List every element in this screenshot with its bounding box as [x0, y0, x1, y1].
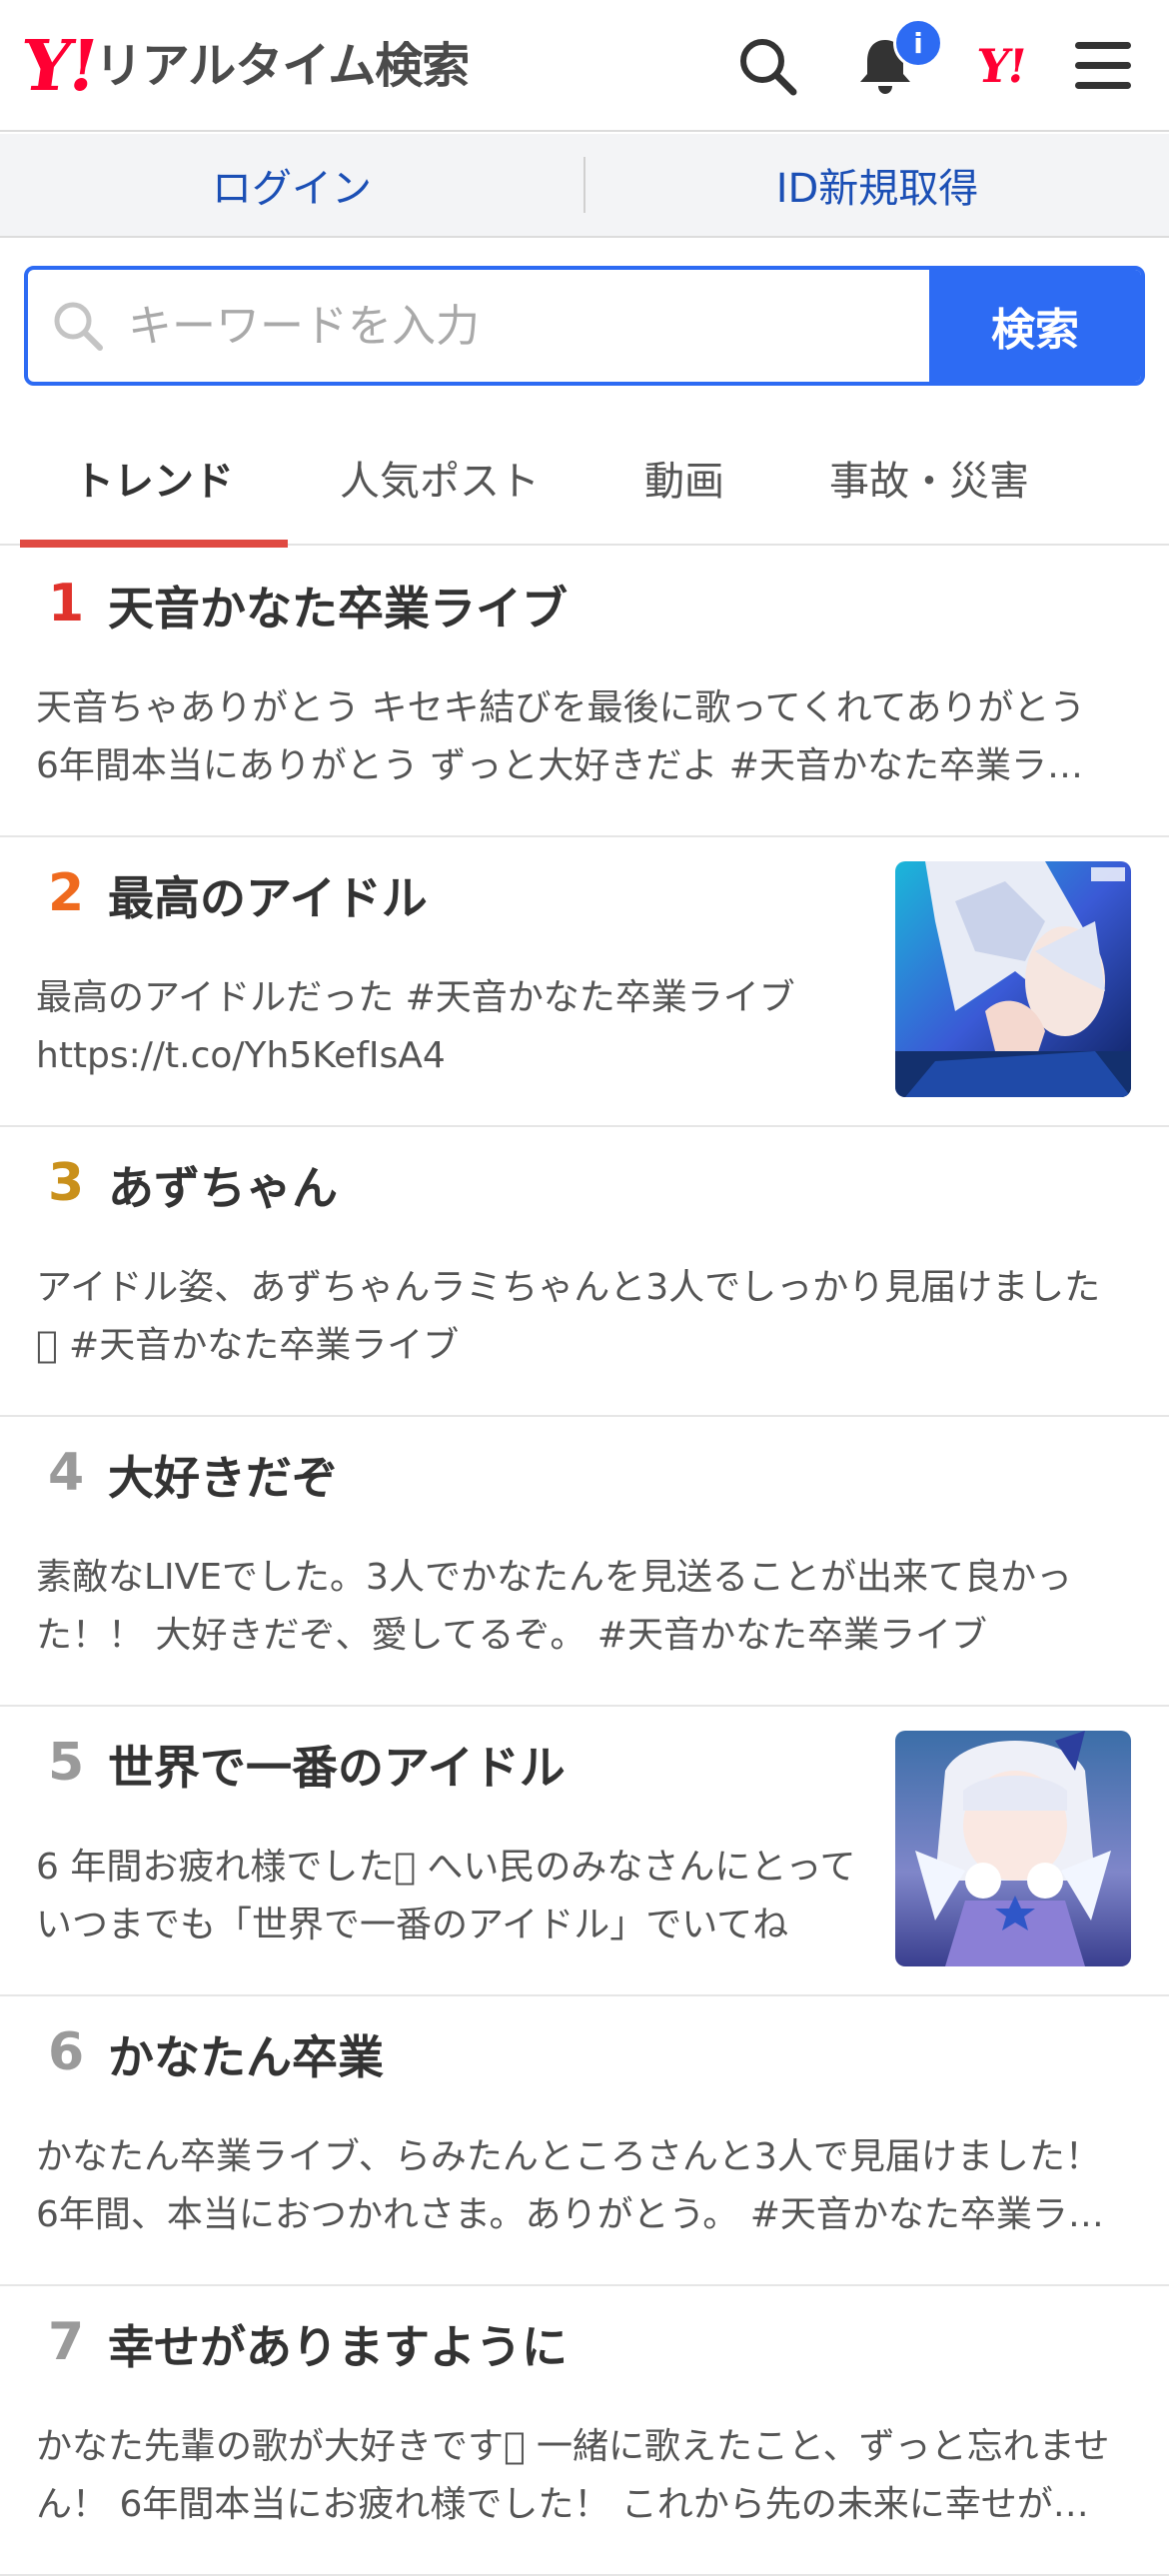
trend-item[interactable]: 7 幸せがありますように かなた先輩の歌が大好きです􀀀 一緒に歌えたこと、ずっと…	[0, 2286, 1169, 2576]
trend-item[interactable]: 3 あずちゃん アイドル姿、あずちゃんラミちゃんと3人でしっかり見届けました􀀀 …	[0, 1127, 1169, 1417]
search-input[interactable]	[128, 270, 929, 382]
trend-item[interactable]: 5 世界で一番のアイドル 6 年間お疲れ様でした􀀀 へい民のみなさんにとって い…	[0, 1707, 1169, 1996]
trend-rank: 3	[48, 1153, 85, 1213]
trend-description: かなた先輩の歌が大好きです􀀀 一緒に歌えたこと、ずっと忘れません！ 6年間本当に…	[36, 2426, 1110, 2525]
trend-title: 世界で一番のアイドル	[108, 1741, 566, 1795]
yahoo-realtime-logo[interactable]: Y! リアルタイム検索	[16, 24, 471, 107]
auth-bar: ログイン ID新規取得	[0, 134, 1169, 238]
logo-text: リアルタイム検索	[94, 38, 471, 94]
trend-description: 天音ちゃありがとう キセキ結びを最後に歌ってくれてありがとう 6年間本当にありが…	[36, 687, 1086, 786]
trend-title: 大好きだぞ	[108, 1451, 338, 1505]
trend-rank: 4	[48, 1443, 85, 1503]
notification-badge: i	[893, 18, 943, 68]
trend-title: 最高のアイドル	[108, 871, 428, 925]
yahoo-home-icon[interactable]: Y!	[965, 30, 1037, 102]
tab-label: 人気ポスト	[340, 459, 540, 505]
trend-title: 天音かなた卒業ライブ	[108, 582, 568, 636]
tab-popular-posts[interactable]: 人気ポスト	[310, 410, 570, 546]
trend-item[interactable]: 2 最高のアイドル 最高のアイドルだった #天音かなた卒業ライブ https:/…	[0, 837, 1169, 1127]
search-button[interactable]: 検索	[929, 270, 1141, 382]
trend-title: 幸せがありますように	[108, 2320, 568, 2374]
tab-accidents-disasters[interactable]: 事故・災害	[799, 410, 1059, 546]
notification-bell-icon[interactable]: i	[849, 18, 943, 102]
signup-link[interactable]: ID新規取得	[585, 156, 1169, 214]
search-field-icon	[28, 270, 128, 382]
trend-title: あずちゃん	[108, 1161, 338, 1215]
login-link[interactable]: ログイン	[0, 156, 584, 214]
trend-rank: 6	[48, 2022, 85, 2082]
tab-label: トレンド	[74, 459, 234, 505]
app-header: Y! リアルタイム検索 i Y!	[0, 0, 1169, 132]
trend-title: かなたん卒業	[108, 2030, 384, 2084]
yahoo-mini-mark: Y!	[973, 39, 1029, 93]
active-tab-indicator	[20, 540, 288, 548]
hamburger-menu-icon[interactable]	[1067, 30, 1139, 102]
trend-rank: 5	[48, 1733, 85, 1793]
trend-item[interactable]: 6 かなたん卒業 かなたん卒業ライブ、らみたんところさんと3人で見届けました！ …	[0, 1996, 1169, 2286]
trend-item[interactable]: 4 大好きだぞ 素敵なLIVEでした。3人でかなたんを見送ることが出来て良かった…	[0, 1417, 1169, 1707]
trend-description: 素敵なLIVEでした。3人でかなたんを見送ることが出来て良かった！！ 大好きだぞ…	[36, 1557, 1072, 1656]
trend-item[interactable]: 1 天音かなた卒業ライブ 天音ちゃありがとう キセキ結びを最後に歌ってくれてあり…	[0, 548, 1169, 837]
category-tabs: トレンド 人気ポスト 動画 事故・災害	[0, 410, 1169, 548]
trend-rank: 7	[48, 2312, 85, 2372]
trend-rank: 1	[48, 574, 85, 634]
tab-label: 事故・災害	[829, 459, 1029, 505]
trend-description: 最高のアイドルだった #天音かなた卒業ライブ https://t.co/Yh5K…	[36, 977, 795, 1076]
tab-trend[interactable]: トレンド	[20, 410, 288, 548]
tab-videos[interactable]: 動画	[599, 410, 769, 546]
trend-description: 6 年間お疲れ様でした􀀀 へい民のみなさんにとって いつまでも「世界で一番のアイ…	[36, 1847, 856, 1945]
trend-thumbnail-image[interactable]	[895, 861, 1131, 1097]
trend-description: アイドル姿、あずちゃんラミちゃんと3人でしっかり見届けました􀀀 #天音かなた卒業…	[36, 1267, 1101, 1366]
trend-description: かなたん卒業ライブ、らみたんところさんと3人で見届けました！ 6年間、本当におつ…	[36, 2136, 1104, 2235]
trend-list: 1 天音かなた卒業ライブ 天音ちゃありがとう キセキ結びを最後に歌ってくれてあり…	[0, 548, 1169, 2576]
yahoo-logo-mark: Y!	[16, 24, 101, 107]
tab-label: 動画	[644, 459, 724, 505]
trend-rank: 2	[48, 863, 85, 923]
search-form: 検索	[24, 266, 1145, 386]
search-icon[interactable]	[731, 30, 803, 102]
trend-thumbnail-image[interactable]	[895, 1731, 1131, 1966]
